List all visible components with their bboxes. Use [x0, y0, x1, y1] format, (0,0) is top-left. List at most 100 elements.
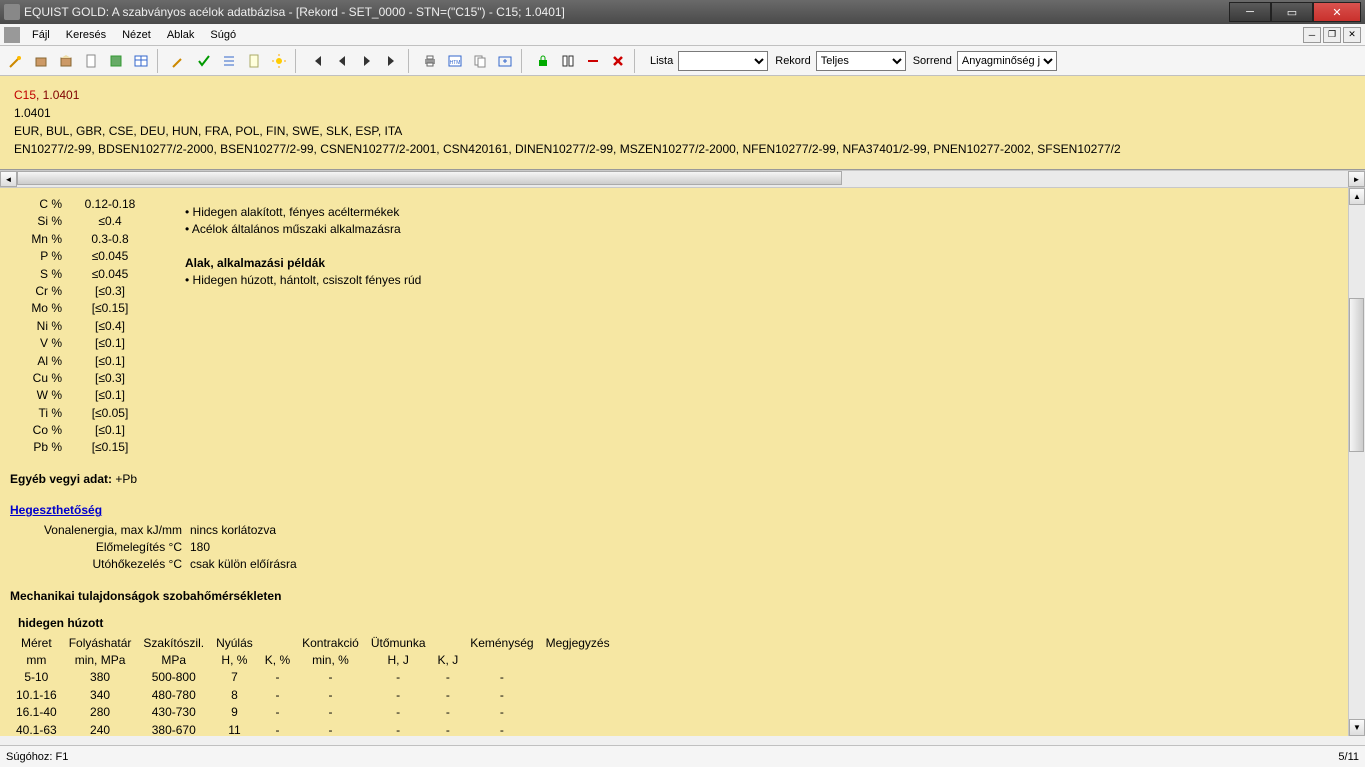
mech-cell — [540, 704, 616, 721]
menu-fajl[interactable]: Fájl — [24, 26, 58, 44]
wand2-icon[interactable] — [167, 49, 191, 73]
chem-value: ≤0.4 — [70, 213, 150, 230]
close-button[interactable]: ✕ — [1313, 2, 1361, 22]
menu-kereses[interactable]: Keresés — [58, 26, 114, 44]
list-icon[interactable] — [217, 49, 241, 73]
check-icon[interactable] — [192, 49, 216, 73]
mdi-minimize-button[interactable]: ─ — [1303, 27, 1321, 43]
weldability-link[interactable]: Hegeszthetőség — [10, 503, 102, 517]
box2-icon[interactable] — [54, 49, 78, 73]
box-icon[interactable] — [29, 49, 53, 73]
maximize-button[interactable]: ▭ — [1271, 2, 1313, 22]
status-left: Súgóhoz: F1 — [6, 751, 68, 763]
book-icon[interactable] — [104, 49, 128, 73]
export-icon[interactable] — [493, 49, 517, 73]
nav-next-icon[interactable] — [355, 49, 379, 73]
mech-cell: - — [464, 704, 539, 721]
sun-icon[interactable] — [267, 49, 291, 73]
doc-icon[interactable] — [79, 49, 103, 73]
nav-prev-icon[interactable] — [330, 49, 354, 73]
delete-icon[interactable] — [606, 49, 630, 73]
mech-header-cell — [259, 635, 296, 652]
mech-header-cell: K, % — [259, 652, 296, 669]
mech-header-cell — [540, 652, 616, 669]
chem-row: P %≤0.045 — [10, 248, 150, 265]
mech-header-cell: Kontrakció — [296, 635, 365, 652]
lista-label: Lista — [650, 55, 673, 67]
menu-nezet[interactable]: Nézet — [114, 26, 159, 44]
chem-row: Mn %0.3-0.8 — [10, 231, 150, 248]
copy-icon[interactable] — [468, 49, 492, 73]
weld-r2-value: 180 — [190, 539, 297, 556]
minus-icon[interactable] — [581, 49, 605, 73]
mech-cell: 40.1-63 — [10, 722, 63, 736]
hscroll-thumb[interactable] — [17, 171, 842, 185]
vscroll-up-button[interactable]: ▲ — [1349, 188, 1365, 205]
chem-value: [≤0.1] — [70, 387, 150, 404]
vscroll-track[interactable] — [1349, 205, 1365, 719]
mech-cell: - — [365, 669, 432, 686]
mech-cell: 380 — [63, 669, 138, 686]
sorrend-select[interactable]: Anyagminőség je — [957, 51, 1057, 71]
weld-r1-label: Vonalenergia, max kJ/mm — [10, 522, 190, 539]
chem-row: Cr %[≤0.3] — [10, 283, 150, 300]
mech-cell — [540, 687, 616, 704]
chem-element: Mn % — [10, 231, 70, 248]
weld-r1-value: nincs korlátozva — [190, 522, 297, 539]
columns-icon[interactable] — [556, 49, 580, 73]
hscroll-right-button[interactable]: ► — [1348, 171, 1365, 187]
nav-last-icon[interactable] — [380, 49, 404, 73]
note-2: • Acélok általános műszaki alkalmazásra — [185, 221, 421, 238]
chem-value: [≤0.15] — [70, 300, 150, 317]
section-shape: Alak, alkalmazási példák — [185, 255, 421, 272]
mech-cell: 430-730 — [137, 704, 210, 721]
menu-sugo[interactable]: Súgó — [202, 26, 244, 44]
menu-ablak[interactable]: Ablak — [159, 26, 203, 44]
nav-first-icon[interactable] — [305, 49, 329, 73]
mech-cell: 480-780 — [137, 687, 210, 704]
table-icon[interactable] — [129, 49, 153, 73]
hscroll-left-button[interactable]: ◄ — [0, 171, 17, 187]
mech-cell: - — [464, 687, 539, 704]
wand-icon[interactable] — [4, 49, 28, 73]
chem-element: V % — [10, 335, 70, 352]
html-icon[interactable]: HTM — [443, 49, 467, 73]
mech-cell: - — [296, 669, 365, 686]
header-hscrollbar[interactable]: ◄ ► — [0, 170, 1365, 188]
other-chem-label: Egyéb vegyi adat: — [10, 472, 112, 486]
titlebar: EQUIST GOLD: A szabványos acélok adatbáz… — [0, 0, 1365, 24]
mech-cell: - — [365, 687, 432, 704]
mech-header-cell: Folyáshatár — [63, 635, 138, 652]
mech-cell: - — [365, 704, 432, 721]
mdi-close-button[interactable]: ✕ — [1343, 27, 1361, 43]
chem-row: Pb %[≤0.15] — [10, 439, 150, 456]
mech-cell: - — [432, 722, 465, 736]
chem-element: Ti % — [10, 405, 70, 422]
lock-icon[interactable] — [531, 49, 555, 73]
mech-cell: - — [432, 687, 465, 704]
mdi-restore-button[interactable]: ❐ — [1323, 27, 1341, 43]
rekord-select[interactable]: Teljes — [816, 51, 906, 71]
doc2-icon[interactable] — [242, 49, 266, 73]
chem-row: Al %[≤0.1] — [10, 353, 150, 370]
mech-data-row: 10.1-16340480-7808----- — [10, 687, 616, 704]
vscroll-thumb[interactable] — [1349, 298, 1364, 452]
mech-cell: 380-670 — [137, 722, 210, 736]
minimize-button[interactable]: ─ — [1229, 2, 1271, 22]
mech-header-cell: MPa — [137, 652, 210, 669]
chem-value: [≤0.1] — [70, 335, 150, 352]
chem-row: Ti %[≤0.05] — [10, 405, 150, 422]
mech-cell: - — [259, 722, 296, 736]
vscroll-down-button[interactable]: ▼ — [1349, 719, 1365, 736]
mech-cell: - — [259, 704, 296, 721]
mech-header-cell — [432, 635, 465, 652]
hscroll-track[interactable] — [17, 171, 1348, 187]
statusbar: Súgóhoz: F1 5/11 — [0, 745, 1365, 767]
content-vscrollbar[interactable]: ▲ ▼ — [1348, 188, 1365, 736]
mech-cell: 280 — [63, 704, 138, 721]
chem-value: [≤0.05] — [70, 405, 150, 422]
chem-value: 0.12-0.18 — [70, 196, 150, 213]
print-icon[interactable] — [418, 49, 442, 73]
lista-select[interactable] — [678, 51, 768, 71]
mech-cell: - — [464, 669, 539, 686]
